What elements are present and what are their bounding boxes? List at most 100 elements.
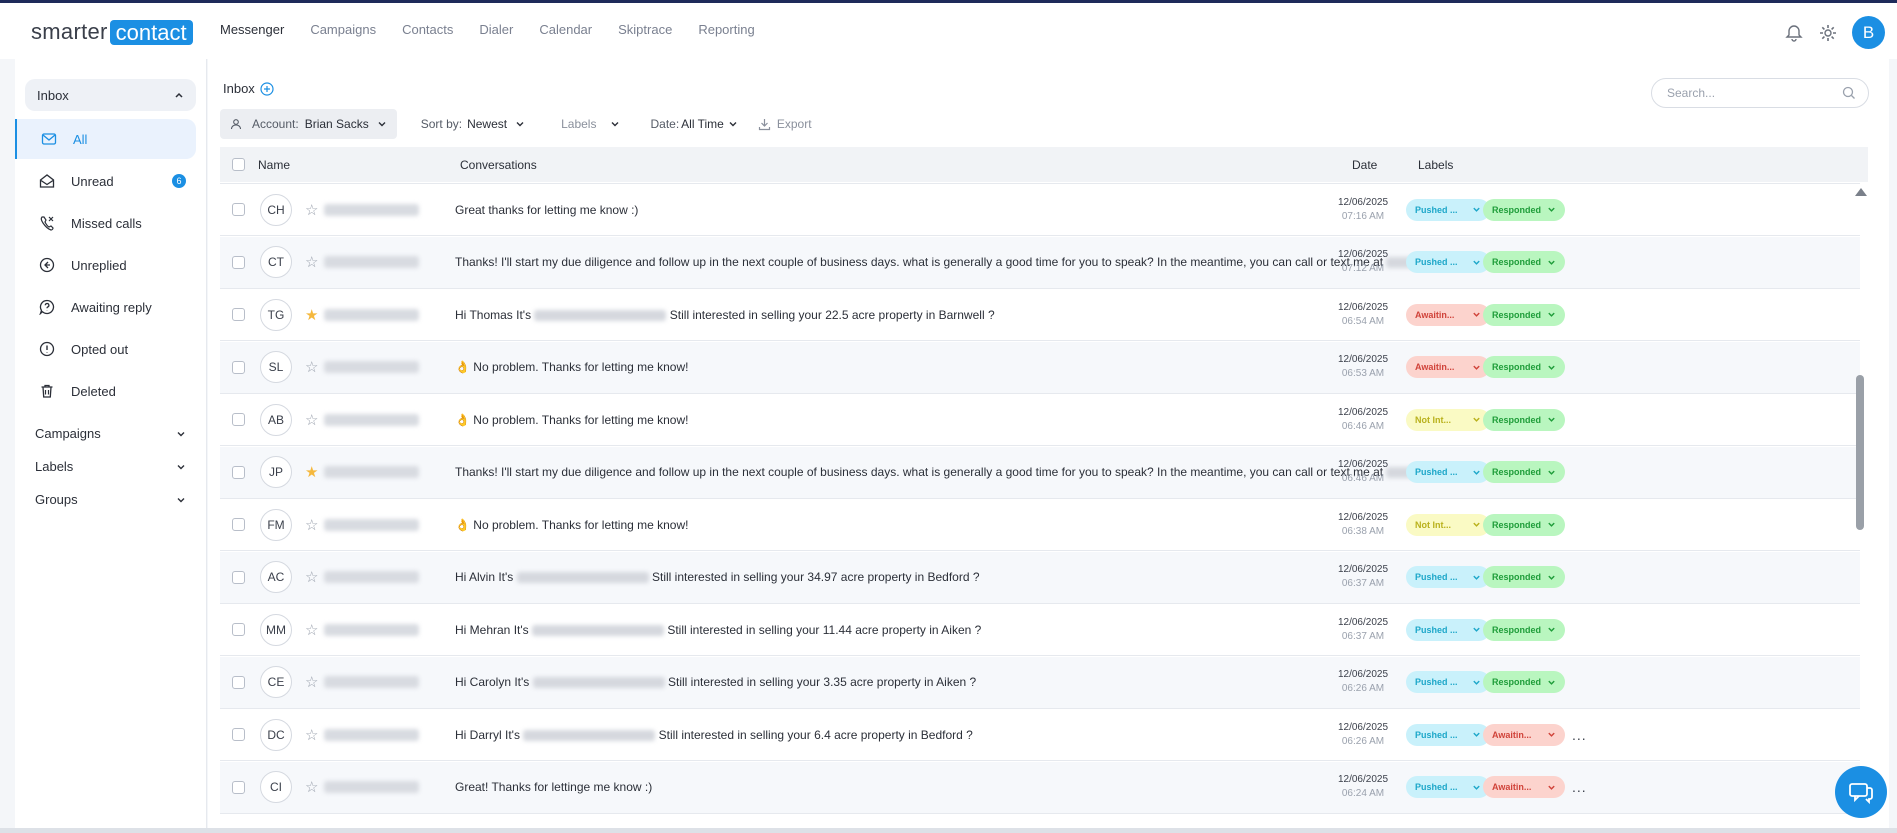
bell-icon[interactable] (1784, 23, 1804, 43)
logo[interactable]: smarter contact (31, 19, 193, 45)
label-chip[interactable]: Responded (1483, 461, 1565, 483)
star-icon[interactable]: ★ (305, 463, 318, 481)
more-options-button[interactable]: ... (1572, 779, 1587, 795)
chat-support-button[interactable] (1835, 766, 1887, 818)
date-text: 12/06/2025 (1337, 774, 1389, 785)
label-chip[interactable]: Responded (1483, 356, 1565, 378)
table-row[interactable]: CE ☆ Hi Carolyn It's Still interested in s… (220, 656, 1860, 709)
label-chip[interactable]: Awaitin... (1483, 776, 1565, 798)
row-checkbox[interactable] (232, 203, 245, 216)
scrollbar[interactable] (1855, 182, 1867, 833)
table-row[interactable]: CH ☆ Great thanks for letting me know :) 12… (220, 184, 1860, 236)
row-checkbox[interactable] (232, 518, 245, 531)
label-chip[interactable]: Responded (1483, 408, 1565, 431)
star-icon[interactable]: ☆ (305, 516, 318, 534)
sidebar-item-all[interactable]: All (15, 119, 196, 159)
star-icon[interactable]: ☆ (305, 568, 318, 586)
label-chip[interactable]: Responded (1483, 671, 1565, 693)
star-icon[interactable]: ☆ (305, 253, 318, 271)
label-chip[interactable]: Pushed ... (1406, 723, 1490, 746)
sidebar-item-unread[interactable]: Unread 6 (15, 161, 206, 201)
label-chip[interactable]: Responded (1483, 566, 1565, 588)
nav-item-reporting[interactable]: Reporting (698, 22, 754, 37)
star-icon[interactable]: ☆ (305, 201, 318, 219)
user-avatar[interactable]: B (1852, 16, 1885, 49)
table-row[interactable]: AB ☆ 👌 No problem. Thanks for letting me k… (220, 394, 1860, 446)
label-chip[interactable]: Pushed ... (1406, 566, 1490, 588)
scrollbar-thumb[interactable] (1856, 375, 1864, 530)
label-chip[interactable]: Responded (1483, 618, 1565, 641)
table-row[interactable]: MM ☆ Hi Mehran It's Still interested in se… (220, 604, 1860, 656)
sidebar-inbox-header[interactable]: Inbox (25, 79, 196, 111)
export-button[interactable]: Export (758, 117, 812, 131)
star-icon[interactable]: ☆ (305, 726, 318, 744)
row-checkbox[interactable] (232, 308, 245, 321)
search-input[interactable]: Search... (1651, 78, 1869, 108)
date-select[interactable]: Date: All Time (650, 117, 737, 131)
table-row[interactable]: TG ★ Hi Thomas It's Still interested in se… (220, 289, 1860, 341)
label-chip[interactable]: Responded (1483, 303, 1565, 326)
star-icon[interactable]: ☆ (305, 621, 318, 639)
label-chip[interactable]: Pushed ... (1406, 671, 1490, 693)
sidebar-item-missed-calls[interactable]: Missed calls (15, 203, 206, 243)
nav-item-campaigns[interactable]: Campaigns (310, 22, 376, 37)
label-chip[interactable]: Pushed ... (1406, 251, 1490, 273)
sidebar-section-labels[interactable]: Labels (15, 450, 206, 483)
row-checkbox[interactable] (232, 465, 245, 479)
labels-select[interactable]: Labels (561, 117, 620, 131)
nav-item-messenger[interactable]: Messenger (220, 22, 284, 37)
label-chip[interactable]: Awaitin... (1406, 356, 1490, 378)
label-chip[interactable]: Responded (1483, 198, 1565, 221)
star-icon[interactable]: ☆ (305, 358, 318, 376)
gear-icon[interactable] (1818, 23, 1838, 43)
sidebar-item-deleted[interactable]: Deleted (15, 371, 206, 411)
nav-item-skiptrace[interactable]: Skiptrace (618, 22, 672, 37)
nav-item-calendar[interactable]: Calendar (539, 22, 592, 37)
scroll-up-arrow-icon[interactable] (1855, 188, 1867, 196)
row-checkbox[interactable] (232, 780, 245, 794)
table-row[interactable]: SL ☆ 👌 No problem. Thanks for letting me k… (220, 341, 1860, 394)
account-select[interactable]: Account: Brian Sacks (220, 109, 397, 139)
label-chip[interactable]: Awaitin... (1483, 723, 1565, 746)
message-date: 12/06/2025 06:24 AM (1328, 773, 1398, 801)
row-checkbox[interactable] (232, 360, 245, 374)
label-chip[interactable]: Awaitin... (1406, 303, 1490, 326)
more-options-button[interactable]: ... (1572, 727, 1587, 743)
table-row[interactable]: CT ☆ Thanks! I'll start my due diligence a… (220, 236, 1860, 289)
star-icon[interactable]: ☆ (305, 411, 318, 429)
sort-select[interactable]: Sort by: Newest (421, 117, 525, 131)
message-date: 12/06/2025 07:12 AM (1328, 248, 1398, 276)
sidebar-section-campaigns[interactable]: Campaigns (15, 417, 206, 450)
table-row[interactable]: FM ☆ 👌 No problem. Thanks for letting me k… (220, 499, 1860, 551)
table-row[interactable]: CI ☆ Great! Thanks for lettinge me know :)… (220, 761, 1860, 814)
nav-item-dialer[interactable]: Dialer (479, 22, 513, 37)
star-icon[interactable]: ★ (305, 306, 318, 324)
sidebar-item-unreplied[interactable]: Unreplied (15, 245, 206, 285)
label-chip[interactable]: Not Int... (1406, 513, 1490, 536)
row-checkbox[interactable] (232, 255, 245, 269)
sidebar-item-opted-out[interactable]: Opted out (15, 329, 206, 369)
star-icon[interactable]: ☆ (305, 778, 318, 796)
row-checkbox[interactable] (232, 623, 245, 636)
add-circle-icon[interactable] (260, 81, 274, 96)
row-checkbox[interactable] (232, 570, 245, 584)
label-chip[interactable]: Responded (1483, 513, 1565, 536)
label-chip[interactable]: Pushed ... (1406, 776, 1490, 798)
sidebar-section-groups[interactable]: Groups (15, 483, 206, 516)
row-checkbox[interactable] (232, 413, 245, 426)
chat-bubble-icon (1849, 783, 1873, 805)
table-row[interactable]: JP ★ Thanks! I'll start my due diligence a… (220, 446, 1860, 499)
table-row[interactable]: AC ☆ Hi Alvin It's Still interested in sel… (220, 551, 1860, 604)
label-chip[interactable]: Pushed ... (1406, 461, 1490, 483)
label-chip[interactable]: Not Int... (1406, 408, 1490, 431)
row-checkbox[interactable] (232, 675, 245, 689)
sidebar-item-awaiting-reply[interactable]: Awaiting reply (15, 287, 206, 327)
label-chip[interactable]: Responded (1483, 251, 1565, 273)
label-chip[interactable]: Pushed ... (1406, 198, 1490, 221)
nav-item-contacts[interactable]: Contacts (402, 22, 453, 37)
star-icon[interactable]: ☆ (305, 673, 318, 691)
select-all-checkbox[interactable] (232, 158, 245, 171)
row-checkbox[interactable] (232, 728, 245, 741)
label-chip[interactable]: Pushed ... (1406, 618, 1490, 641)
table-row[interactable]: DC ☆ Hi Darryl It's Still interested in se… (220, 709, 1860, 761)
